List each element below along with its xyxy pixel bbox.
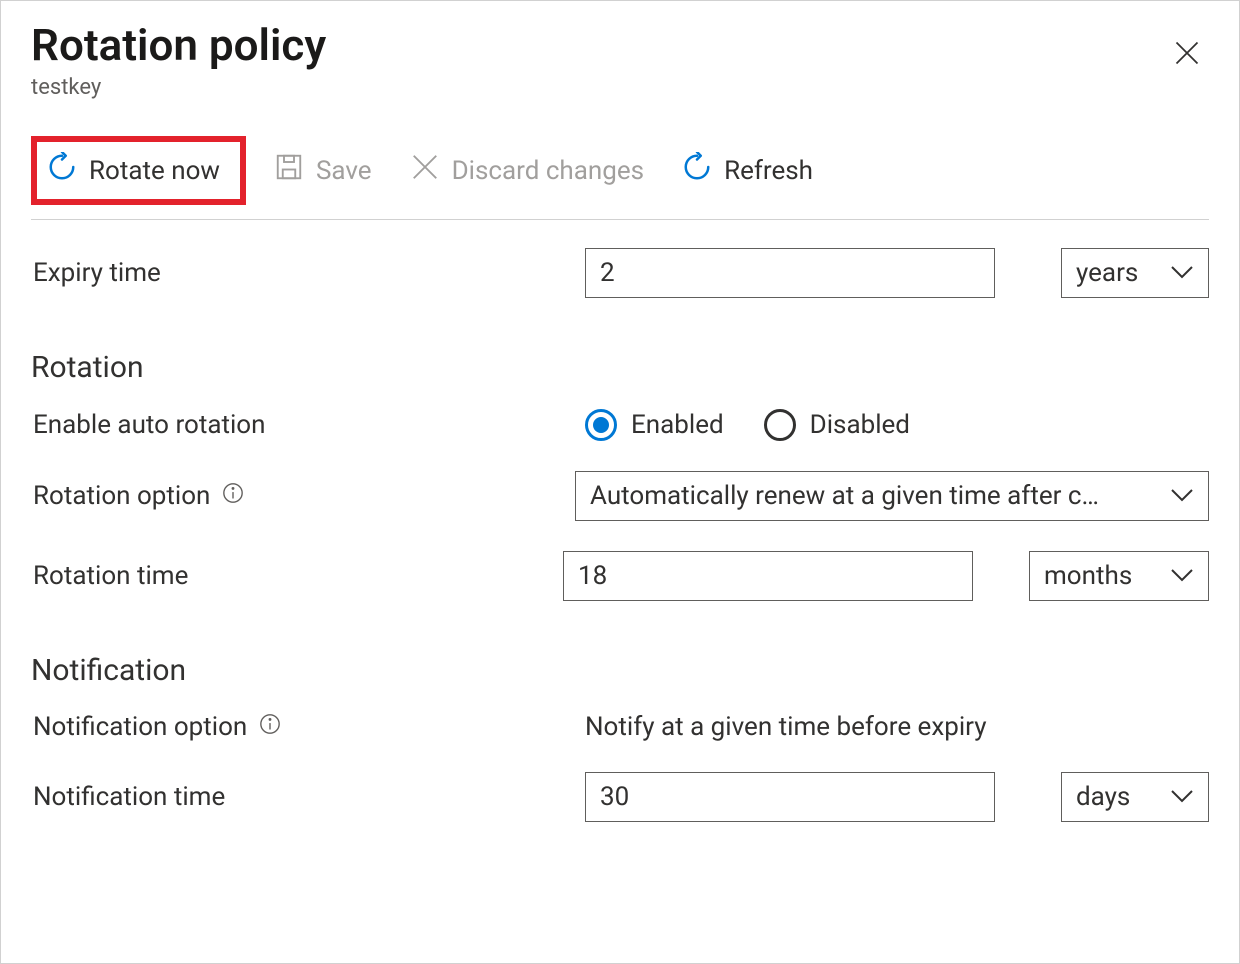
auto-rotation-disabled-label: Disabled: [810, 410, 910, 440]
auto-rotation-radio-group: Enabled Disabled: [585, 409, 910, 441]
notification-option-label: Notification option: [33, 712, 247, 742]
close-icon: [1173, 53, 1201, 71]
form-body: Expiry time years Rotation Enable auto r…: [31, 248, 1209, 822]
rotation-time-unit-value: months: [1044, 561, 1156, 591]
panel-header: Rotation policy testkey: [31, 21, 1209, 100]
notification-section-heading: Notification: [31, 653, 1209, 688]
notification-time-input[interactable]: [585, 772, 995, 822]
rotation-option-value: Automatically renew at a given time afte…: [590, 481, 1156, 511]
notification-time-unit-select[interactable]: days: [1061, 772, 1209, 822]
close-button[interactable]: [1165, 31, 1209, 79]
enable-auto-rotation-label: Enable auto rotation: [31, 410, 561, 440]
enable-auto-rotation-row: Enable auto rotation Enabled Disabled: [31, 409, 1209, 441]
expiry-time-row: Expiry time years: [31, 248, 1209, 298]
save-button: Save: [264, 146, 382, 195]
expiry-time-unit-value: years: [1076, 258, 1156, 288]
auto-rotation-disabled-radio[interactable]: Disabled: [764, 409, 910, 441]
page-subtitle: testkey: [31, 75, 326, 100]
page-title: Rotation policy: [31, 21, 326, 69]
discard-changes-button: Discard changes: [400, 146, 654, 195]
expiry-time-unit-select[interactable]: years: [1061, 248, 1209, 298]
auto-rotation-enabled-radio[interactable]: Enabled: [585, 409, 724, 441]
notification-time-unit-value: days: [1076, 782, 1156, 812]
info-icon[interactable]: [259, 712, 281, 742]
discard-label: Discard changes: [452, 156, 644, 186]
chevron-down-icon: [1170, 561, 1194, 591]
save-icon: [274, 152, 304, 189]
chevron-down-icon: [1170, 782, 1194, 812]
rotation-time-label: Rotation time: [31, 561, 539, 591]
expiry-time-input[interactable]: [585, 248, 995, 298]
notification-option-value: Notify at a given time before expiry: [585, 712, 987, 742]
rotation-time-row: Rotation time months: [31, 551, 1209, 601]
notification-time-row: Notification time days: [31, 772, 1209, 822]
radio-checked-icon: [585, 409, 617, 441]
rotate-icon: [47, 152, 77, 189]
refresh-label: Refresh: [724, 156, 813, 186]
rotation-time-unit-select[interactable]: months: [1029, 551, 1209, 601]
discard-icon: [410, 152, 440, 189]
command-bar: Rotate now Save Discard changes Refresh: [31, 136, 1209, 220]
rotation-policy-panel: Rotation policy testkey Rotate now Save: [0, 0, 1240, 964]
header-text-block: Rotation policy testkey: [31, 21, 326, 100]
rotation-time-input[interactable]: [563, 551, 973, 601]
rotation-option-row: Rotation option Automatically renew at a…: [31, 471, 1209, 521]
rotate-now-button[interactable]: Rotate now: [31, 136, 246, 205]
notification-time-label: Notification time: [31, 782, 561, 812]
notification-option-row: Notification option Notify at a given ti…: [31, 712, 1209, 742]
radio-unchecked-icon: [764, 409, 796, 441]
expiry-time-label: Expiry time: [31, 258, 561, 288]
refresh-icon: [682, 152, 712, 189]
save-label: Save: [316, 156, 372, 186]
auto-rotation-enabled-label: Enabled: [631, 410, 724, 440]
info-icon[interactable]: [222, 481, 244, 511]
rotation-section-heading: Rotation: [31, 350, 1209, 385]
rotation-option-label: Rotation option: [33, 481, 210, 511]
chevron-down-icon: [1170, 258, 1194, 288]
rotate-now-label: Rotate now: [89, 156, 220, 186]
chevron-down-icon: [1170, 481, 1194, 511]
rotation-option-select[interactable]: Automatically renew at a given time afte…: [575, 471, 1209, 521]
refresh-button[interactable]: Refresh: [672, 146, 823, 195]
